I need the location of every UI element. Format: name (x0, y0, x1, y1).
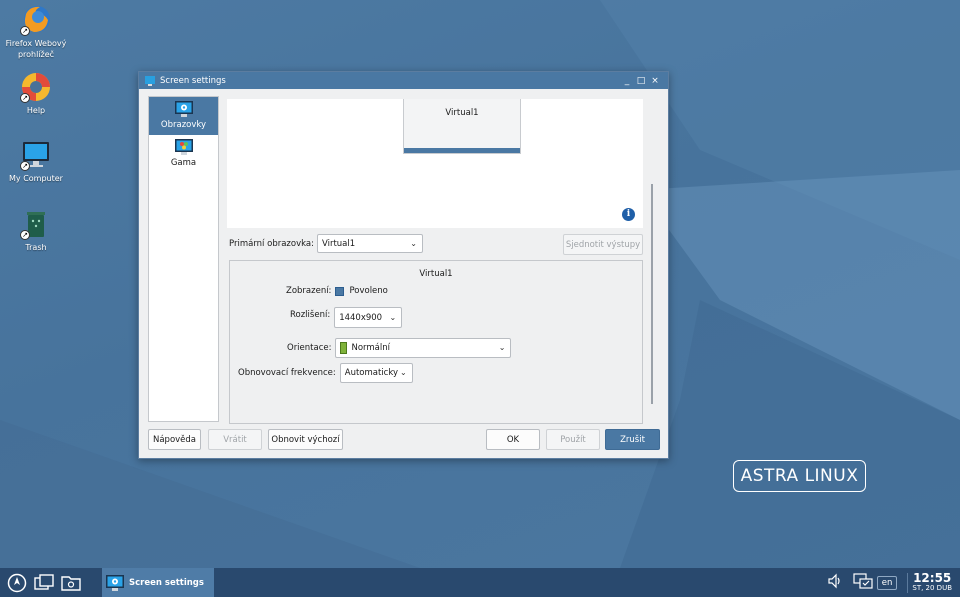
task-screen-settings[interactable]: Screen settings (102, 568, 214, 597)
refresh-rate-value: Automaticky (344, 368, 398, 378)
apply-button-label: Použít (560, 434, 586, 445)
cancel-button-label: Zrušit (620, 434, 645, 445)
orientation-select[interactable]: Normální ⌄ (335, 338, 512, 358)
volume-icon[interactable] (827, 573, 843, 592)
astra-linux-logo: ASTRA LINUX (733, 460, 866, 492)
sidebar-item-obrazovky[interactable]: Obrazovky (149, 97, 218, 135)
chevron-down-icon: ⌄ (498, 343, 506, 352)
desktop-icon-firefox[interactable]: ↗ Firefox Webový prohlížeč (0, 4, 72, 60)
shortcut-arrow-icon: ↗ (20, 161, 30, 171)
monitor-icon: ↗ (20, 139, 52, 171)
window-switcher-icon[interactable] (34, 573, 54, 593)
taskbar: Screen settings en 12:55 ST, 20 DUB (0, 568, 960, 597)
logo-text: ASTRA LINUX (740, 466, 859, 486)
chevron-down-icon: ⌄ (389, 313, 397, 322)
resolution-value: 1440x900 (339, 312, 383, 323)
desktop-icon-label: My Computer (9, 174, 63, 183)
settings-sidebar: Obrazovky Gama (148, 96, 219, 422)
lifebuoy-icon: ↗ (20, 71, 52, 103)
screen-settings-window: Screen settings _ □ × Obrazovky Gama Vir… (138, 71, 669, 459)
revert-button-label: Vrátit (223, 434, 247, 445)
refresh-rate-select[interactable]: Automaticky ⌄ (339, 363, 413, 383)
orientation-value: Normální (351, 343, 390, 353)
screen-settings-icon (145, 75, 155, 86)
desktop-icon-my-computer[interactable]: ↗ My Computer (0, 139, 72, 184)
ok-button[interactable]: OK (486, 429, 540, 450)
restore-defaults-button[interactable]: Obnovit výchozí (268, 429, 343, 450)
keyboard-layout-indicator[interactable]: en (876, 575, 898, 590)
shortcut-arrow-icon: ↗ (20, 26, 30, 36)
display-color-icon (174, 139, 193, 155)
sidebar-item-gama[interactable]: Gama (149, 135, 218, 173)
output-name: Virtual1 (419, 269, 453, 279)
desktop-icon-label: Trash (25, 243, 47, 252)
info-icon[interactable]: i (622, 208, 635, 221)
ok-button-label: OK (506, 434, 520, 445)
output-settings-panel: Virtual1 Zobrazení: Povoleno Rozlišení: … (229, 260, 643, 424)
display-value: Povoleno (349, 286, 388, 296)
sidebar-item-label: Gama (170, 158, 197, 168)
screen-settings-icon (106, 574, 124, 591)
screen-layout-preview[interactable]: Virtual1 i (227, 99, 643, 228)
shortcut-arrow-icon: ↗ (20, 93, 30, 103)
display-label: Zobrazení: (286, 286, 332, 296)
sidebar-item-label: Obrazovky (160, 120, 207, 130)
vertical-scrollbar[interactable] (651, 184, 653, 404)
refresh-rate-label: Obnovovací frekvence: (238, 368, 336, 378)
file-manager-icon[interactable] (61, 573, 81, 593)
task-label: Screen settings (129, 577, 204, 588)
orientation-icon (340, 342, 348, 354)
desktop-icon-label: Help (26, 106, 46, 115)
help-button-label: Nápověda (152, 434, 197, 445)
window-titlebar[interactable]: Screen settings _ □ × (139, 72, 668, 89)
monitor-bar (404, 148, 520, 153)
primary-screen-value: Virtual1 (321, 238, 356, 249)
monitor-virtual1[interactable]: Virtual1 (403, 99, 521, 154)
shortcut-arrow-icon: ↗ (20, 230, 30, 240)
enabled-checkbox[interactable] (335, 286, 345, 296)
restore-defaults-label: Obnovit výchozí (271, 434, 340, 445)
trash-icon: ↗ (20, 208, 52, 240)
window-title: Screen settings (160, 75, 226, 86)
unify-outputs-label: Sjednotit výstupy (565, 239, 641, 250)
desktop-icon-label: Firefox Webový prohlížeč (5, 39, 67, 59)
desktop-icon-help[interactable]: ↗ Help (0, 71, 72, 116)
chevron-down-icon: ⌄ (410, 239, 417, 248)
chevron-down-icon: ⌄ (400, 368, 407, 377)
resolution-label: Rozlišení: (290, 309, 331, 320)
primary-screen-select[interactable]: Virtual1 ⌄ (316, 234, 423, 253)
unify-outputs-button[interactable]: Sjednotit výstupy (563, 234, 643, 255)
close-button[interactable]: × (648, 76, 662, 86)
cancel-button[interactable]: Zrušit (605, 429, 660, 450)
revert-button[interactable]: Vrátit (208, 429, 262, 450)
monitor-label: Virtual1 (445, 108, 479, 118)
network-icon[interactable] (853, 572, 873, 593)
clock-date: ST, 20 DUB (912, 584, 952, 592)
primary-screen-label: Primární obrazovka: (229, 238, 314, 249)
system-tray: en 12:55 ST, 20 DUB (827, 568, 960, 597)
apply-button[interactable]: Použít (546, 429, 600, 450)
resolution-select[interactable]: 1440x900 ⌄ (334, 307, 403, 328)
maximize-button[interactable]: □ (634, 76, 648, 86)
desktop-icon-trash[interactable]: ↗ Trash (0, 208, 72, 253)
minimize-button[interactable]: _ (620, 76, 634, 86)
firefox-icon: ↗ (20, 4, 52, 36)
help-button[interactable]: Nápověda (148, 429, 201, 450)
clock-time: 12:55 (913, 571, 952, 585)
orientation-label: Orientace: (287, 343, 332, 353)
start-menu-icon[interactable] (7, 573, 27, 593)
display-gear-icon (174, 101, 193, 117)
clock[interactable]: 12:55 ST, 20 DUB (912, 572, 952, 593)
tray-divider (907, 572, 909, 593)
